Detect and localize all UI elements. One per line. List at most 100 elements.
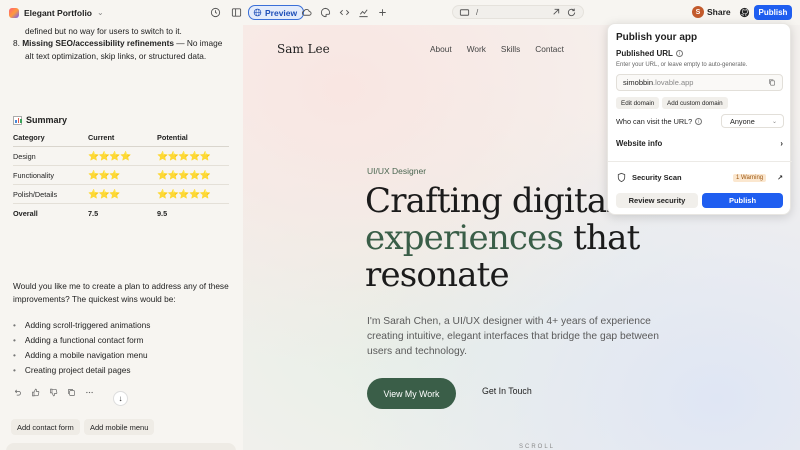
summary-heading: Summary [13,115,67,125]
url-hint: Enter your URL, or leave empty to auto-g… [616,62,748,68]
website-info-row[interactable]: Website info › [616,139,783,148]
website-info-label: Website info [616,139,663,148]
info-icon[interactable]: i [675,50,683,57]
list-item: Adding scroll-triggered animations [13,318,150,333]
edit-domain-button[interactable]: Edit domain [616,97,660,109]
published-url-field[interactable]: simobbin .lovable.app [616,74,783,91]
analytics-icon[interactable] [358,7,369,18]
publish-button[interactable]: Publish [754,5,792,20]
item-number: 8. [13,38,20,48]
hero-accent: experiences [365,218,564,258]
undo-icon[interactable] [13,388,22,397]
chevron-down-icon: ⌄ [771,118,777,125]
avatar[interactable]: S [692,6,704,18]
popover-title: Publish your app [616,32,698,43]
chat-input-box[interactable] [6,443,236,450]
scroll-down-button[interactable]: ↓ [113,391,128,406]
suggestion-chip[interactable]: Add mobile menu [84,419,155,435]
review-security-button[interactable]: Review security [616,193,698,208]
share-button[interactable]: Share [707,7,731,17]
summary-table: Category Current Potential Design ⭐⭐⭐⭐ ⭐… [13,133,229,223]
hero-bio: I'm Sarah Chen, a UI/UX designer with 4+… [367,316,659,357]
site-brand[interactable]: Sam Lee [277,42,330,56]
outline-item-8: 8. Missing SEO/accessibility refinements… [13,37,222,49]
scroll-hint: SCROLL [519,444,556,450]
info-icon[interactable]: i [695,118,703,125]
add-custom-domain-button[interactable]: Add custom domain [662,97,728,109]
copy-icon[interactable] [67,388,76,397]
thumbs-up-icon[interactable] [31,388,40,397]
shield-icon [616,172,627,183]
hero-heading: Crafting digital experiences that resona… [365,181,640,294]
column-header: Potential [157,133,229,147]
code-icon[interactable] [339,7,350,18]
hero-line: that [563,218,640,258]
globe-icon [253,8,262,17]
copy-icon[interactable] [768,79,776,87]
list-item: Adding a mobile navigation menu [13,348,150,363]
table-cell: Design [13,146,88,166]
chevron-right-icon: › [780,139,783,148]
thumbs-down-icon[interactable] [49,388,58,397]
more-icon[interactable] [85,388,94,397]
visibility-label: Who can visit the URL? i [616,117,703,126]
rating-stars: ⭐⭐⭐⭐⭐ [157,146,229,166]
rating-stars: ⭐⭐⭐⭐ [88,146,157,166]
table-row: Design ⭐⭐⭐⭐ ⭐⭐⭐⭐⭐ [13,146,229,166]
column-header: Category [13,133,88,147]
device-icon[interactable] [459,7,470,18]
view-mode-icons [301,7,388,18]
address-bar[interactable]: / [452,5,584,19]
table-cell: Overall [13,208,38,218]
open-external-icon[interactable]: ↗ [777,174,783,182]
history-icon[interactable] [210,7,221,18]
url-slug: simobbin [623,78,654,87]
published-url-label: Published URL i [616,49,683,58]
table-cell: 9.5 [157,208,168,218]
summary-title: Summary [26,115,68,125]
table-row: Functionality ⭐⭐⭐ ⭐⭐⭐⭐⭐ [13,165,229,185]
sidebar-toggle-icon[interactable] [231,7,242,18]
table-row: Polish/Details ⭐⭐⭐ ⭐⭐⭐⭐⭐ [13,184,229,204]
confirm-publish-button[interactable]: Publish [702,193,783,208]
rating-stars: ⭐⭐⭐ [88,184,157,204]
rating-stars: ⭐⭐⭐ [88,165,157,185]
refresh-icon[interactable] [566,7,577,18]
nav-link-contact[interactable]: Contact [535,44,564,54]
nav-link-skills[interactable]: Skills [501,44,520,54]
select-value: Anyone [730,116,755,126]
app-logo-icon [9,7,19,18]
palette-icon[interactable] [320,7,331,18]
github-icon[interactable] [739,7,750,18]
label-text: Who can visit the URL? [616,117,693,126]
site-nav: About Work Skills Contact [430,44,564,54]
message-actions [13,388,94,397]
open-external-icon[interactable] [550,7,561,18]
arrow-down-icon: ↓ [118,394,123,403]
nav-link-work[interactable]: Work [467,44,486,54]
table-cell: Functionality [13,165,88,185]
table-row: Overall 7.5 9.5 [13,204,229,223]
preview-toggle[interactable]: Preview [248,5,305,20]
security-scan-label: Security Scan [632,173,682,182]
project-switcher[interactable]: Elegant Portfolio ⌄ [0,7,200,18]
outline-text: defined but no way for users to switch t… [25,26,182,36]
cloud-icon[interactable] [301,7,312,18]
divider [608,161,792,162]
view-work-button[interactable]: View My Work [367,378,456,409]
get-in-touch-button[interactable]: Get In Touch [482,386,532,396]
security-scan-row[interactable]: Security Scan 1 Warning ↗ [616,172,783,183]
hero-line: Crafting digital [365,181,617,221]
quick-wins-list: Adding scroll-triggered animations Addin… [13,318,150,378]
visibility-select[interactable]: Anyone ⌄ [721,114,784,128]
list-item: Creating project detail pages [13,363,150,378]
assistant-question: Would you like me to create a plan to ad… [13,281,229,304]
suggestion-chip[interactable]: Add contact form [11,419,80,435]
nav-link-about[interactable]: About [430,44,452,54]
chat-panel: defined but no way for users to switch t… [0,25,242,450]
plus-icon[interactable] [377,7,388,18]
table-cell: Polish/Details [13,184,88,204]
history-controls [210,7,242,18]
address-path: / [476,7,479,17]
hero-eyebrow: UI/UX Designer [367,166,427,176]
